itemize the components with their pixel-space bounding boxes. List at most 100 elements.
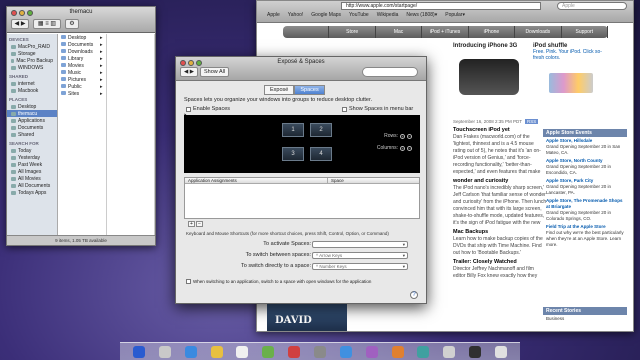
sidebar-item-place[interactable]: Shared [7, 131, 57, 138]
action-menu-button[interactable]: ⚙ [65, 19, 79, 29]
add-button[interactable]: + [188, 221, 195, 227]
sidebar-item-search[interactable]: All Movies [7, 175, 57, 182]
application-assignments-table[interactable]: Application Assignments Space [184, 177, 420, 219]
sidebar-item-shared[interactable]: Macbook [7, 87, 57, 94]
bookmark-item[interactable]: Google Maps [311, 12, 341, 18]
sidebar-item-search[interactable]: Todays Apps [7, 189, 57, 196]
list-item[interactable]: Pictures ▸ [58, 76, 106, 83]
sidebar-item-shared[interactable]: internet [7, 80, 57, 87]
bookmark-item[interactable]: YouTube [349, 12, 369, 18]
list-item[interactable]: Library ▸ [58, 55, 106, 62]
add-column-icon[interactable]: + [400, 145, 405, 151]
bookmark-item[interactable]: Yahoo! [288, 12, 303, 18]
iphone-promo[interactable]: Introducing iPhone 3G [453, 43, 529, 113]
space-cell[interactable]: 1 [282, 123, 304, 137]
dock-app-icon[interactable] [236, 345, 249, 358]
store-event[interactable]: Apple Store, Hillsdale Grand Opening Sept… [543, 137, 627, 157]
dock-app-icon[interactable] [417, 345, 430, 358]
dock-app-icon[interactable] [391, 345, 404, 358]
prefs-titlebar[interactable]: Exposé & Spaces ◀ ▶ Show All [176, 57, 426, 81]
column-header-space[interactable]: Space [328, 178, 419, 183]
add-row-icon[interactable]: + [400, 133, 405, 139]
space-cell[interactable]: 3 [282, 147, 304, 161]
remove-button[interactable]: − [196, 221, 203, 227]
store-event[interactable]: Apple Store, The Promenade Shops at Bria… [543, 197, 627, 223]
dock-app-icon[interactable] [210, 345, 223, 358]
view-mode-buttons[interactable]: ▦ ≡ ▥ [33, 19, 61, 29]
bookmark-item[interactable]: News (1808)▾ [406, 12, 437, 18]
finder-titlebar[interactable]: themacu ◀ ▶ ▦ ≡ ▥ ⚙ [7, 7, 155, 33]
sidebar-item-search[interactable]: All Documents [7, 182, 57, 189]
enable-spaces-checkbox[interactable]: Enable Spaces [186, 106, 230, 112]
prefs-search-input[interactable] [362, 67, 418, 77]
nav-store[interactable]: Store [329, 26, 376, 38]
dock-app-icon[interactable] [365, 345, 378, 358]
sidebar-item-place[interactable]: Applications [7, 117, 57, 124]
sidebar-item-search[interactable]: Past Week [7, 161, 57, 168]
apple-logo-icon[interactable] [283, 26, 330, 38]
dock-app-icon[interactable] [443, 345, 456, 358]
switch-to-space-checkbox[interactable]: When switching to an application, switch… [186, 279, 371, 284]
sidebar-item-search[interactable]: Today [7, 147, 57, 154]
shortcut-select[interactable]: ^ Number Keys [312, 263, 408, 270]
bookmark-item[interactable]: Popular▾ [445, 12, 465, 18]
bookmark-item[interactable]: Apple [267, 12, 280, 18]
nav-support[interactable]: Support [562, 26, 608, 38]
sidebar-item-place[interactable]: Documents [7, 124, 57, 131]
search-field[interactable]: Apple [557, 2, 627, 10]
sidebar-item-device[interactable]: MacPro_RAID [7, 43, 57, 50]
show-in-menu-bar-checkbox[interactable]: Show Spaces in menu bar [342, 106, 413, 112]
ipod-promo[interactable]: iPod shuffle Free. Pink. Your iPod. Clic… [533, 43, 613, 113]
nav-downloads[interactable]: Downloads [515, 26, 562, 38]
store-event[interactable]: Apple Store, Park City Grand Opening Sept… [543, 177, 627, 197]
dock-app-icon[interactable] [494, 345, 507, 358]
shortcut-select[interactable]: ^ Arrow Keys [312, 252, 408, 259]
remove-column-icon[interactable]: − [407, 145, 412, 151]
rss-badge[interactable]: RSS [525, 119, 539, 124]
dock-app-icon[interactable] [469, 345, 482, 358]
list-item[interactable]: Documents ▸ [58, 41, 106, 48]
space-cell[interactable]: 2 [310, 123, 332, 137]
dock-app-icon[interactable] [339, 345, 352, 358]
store-event[interactable]: Field Trip at the Apple Store Find out wh… [543, 223, 627, 249]
sidebar-item-device[interactable]: WINDOWS [7, 64, 57, 71]
sidebar-item-search[interactable]: Yesterday [7, 154, 57, 161]
tab-expose[interactable]: Exposé [264, 85, 295, 95]
dock-app-icon[interactable] [158, 345, 171, 358]
back-forward-button[interactable]: ◀ ▶ [180, 67, 198, 77]
dock-app-icon[interactable] [313, 345, 326, 358]
sidebar-item-device[interactable]: Storage [7, 50, 57, 57]
bookmark-item[interactable]: Wikipedia [377, 12, 399, 18]
sidebar-item-place[interactable]: Desktop [7, 103, 57, 110]
dock-app-icon[interactable] [288, 345, 301, 358]
movie-poster[interactable]: DAVID [267, 301, 347, 331]
sidebar-item-device[interactable]: Mac Pro Backup [7, 57, 57, 64]
back-forward-button[interactable]: ◀ ▶ [11, 19, 29, 29]
space-cell[interactable]: 4 [310, 147, 332, 161]
news-headline[interactable]: Mac Backups [453, 229, 547, 236]
list-item[interactable]: Music ▸ [58, 69, 106, 76]
sidebar-item-search[interactable]: All Images [7, 168, 57, 175]
recent-story[interactable]: Business [543, 315, 627, 323]
list-item[interactable]: Desktop ▸ [58, 34, 106, 41]
column-header-application[interactable]: Application Assignments [185, 178, 328, 183]
news-headline[interactable]: Trailer: Closely Watched [453, 259, 547, 266]
nav-ipod-itunes[interactable]: iPod + iTunes [422, 26, 469, 38]
dock-app-icon[interactable] [132, 345, 145, 358]
help-button[interactable]: ? [410, 291, 418, 299]
list-item[interactable]: Downloads ▸ [58, 48, 106, 55]
news-headline[interactable]: wonder and curiosity [453, 178, 547, 185]
news-headline[interactable]: Touchscreen iPod yet [453, 127, 547, 134]
dock-app-icon[interactable] [262, 345, 275, 358]
address-bar[interactable]: http://www.apple.com/startpage/ [341, 2, 541, 10]
dock-app-icon[interactable] [184, 345, 197, 358]
store-event[interactable]: Apple Store, North County Grand Opening S… [543, 157, 627, 177]
shortcut-select[interactable] [312, 241, 408, 248]
nav-iphone[interactable]: iPhone [469, 26, 516, 38]
list-item[interactable]: Public ▸ [58, 83, 106, 90]
remove-row-icon[interactable]: − [407, 133, 412, 139]
list-item[interactable]: Movies ▸ [58, 62, 106, 69]
list-item[interactable]: Sites ▸ [58, 90, 106, 97]
nav-mac[interactable]: Mac [376, 26, 423, 38]
sidebar-item-place-selected[interactable]: themacu [7, 110, 57, 117]
